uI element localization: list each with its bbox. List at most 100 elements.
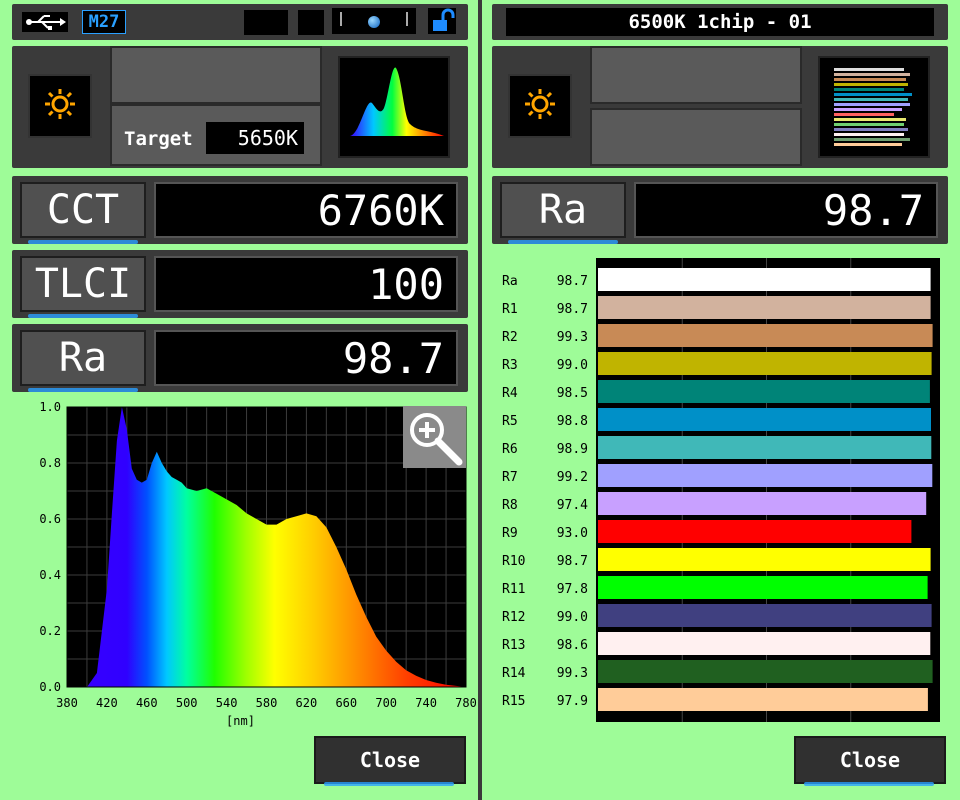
spectrum-x-tick-label: 780: [455, 696, 477, 710]
ra-glow-right: [508, 240, 618, 244]
cri-category-label: R8: [502, 498, 518, 513]
ra-glow: [28, 388, 138, 392]
cri-category-label: R10: [502, 554, 525, 569]
spectrum-x-tick-label: 380: [56, 696, 78, 710]
cri-category-label: R4: [502, 386, 518, 401]
cri-bar-r6: [598, 436, 932, 459]
cct-label: CCT: [20, 182, 146, 238]
spectrum-thumbnail-button[interactable]: [338, 56, 450, 158]
cri-value-label: 98.7: [557, 554, 588, 569]
usb-icon: [22, 12, 68, 32]
ra-label-right: Ra: [500, 182, 626, 238]
memory-label: M27: [82, 10, 126, 34]
target-value: 5650K: [206, 122, 304, 154]
cri-chart: Ra 98.7 R1 98.7 R2 99.3 R3 99.0 R4 98.5 R5 98.8 R6 98…: [502, 258, 940, 722]
cri-value-label: 98.8: [557, 414, 588, 429]
ra-value-right: 98.7: [634, 182, 938, 238]
cct-value: 6760K: [154, 182, 458, 238]
tlci-glow: [28, 314, 138, 318]
cri-bar-r11: [598, 576, 928, 599]
zoom-button[interactable]: [403, 406, 466, 468]
cri-category-label: R2: [502, 330, 518, 345]
cri-value-label: 97.9: [557, 694, 588, 709]
close-button-right[interactable]: Close: [794, 736, 946, 784]
ra-label: Ra: [20, 330, 146, 386]
target-label: Target: [124, 128, 193, 150]
tlci-label: TLCI: [20, 256, 146, 312]
status-slot-1: [244, 10, 288, 35]
spectrum-y-tick-label: 0.6: [39, 512, 61, 526]
cri-bar-r8: [598, 492, 927, 515]
unlock-icon[interactable]: [428, 8, 456, 34]
tlci-value: 100: [154, 256, 458, 312]
cri-bar-r5: [598, 408, 931, 431]
cri-bar-r2: [598, 324, 933, 347]
cri-bar-r4: [598, 380, 930, 403]
cri-bar-r15: [598, 688, 928, 711]
spectrum-thumbnail-icon: [340, 67, 448, 160]
cri-bar-r9: [598, 520, 912, 543]
cri-value-label: 98.7: [557, 302, 588, 317]
spectrum-y-tick-label: 0.0: [39, 680, 61, 694]
cri-bar-r3: [598, 352, 932, 375]
cri-value-label: 99.3: [557, 666, 588, 681]
spectrum-x-tick-label: 580: [256, 696, 278, 710]
cri-value-label: 99.0: [557, 358, 588, 373]
cri-value-label: 98.6: [557, 638, 588, 653]
cri-category-label: R12: [502, 610, 525, 625]
spectrum-x-tick-label: 620: [296, 696, 318, 710]
cri-category-label: R3: [502, 358, 518, 373]
light-source-button[interactable]: [28, 74, 92, 138]
sun-icon: [43, 87, 77, 125]
spectrum-x-tick-label: 460: [136, 696, 158, 710]
light-source-button-right[interactable]: [508, 74, 572, 138]
spectrum-x-axis-label: [nm]: [226, 714, 255, 728]
cri-category-label: R15: [502, 694, 525, 709]
level-indicator: [332, 8, 416, 34]
cri-bars-icon: [820, 68, 928, 160]
cri-category-label: R14: [502, 666, 526, 681]
cri-category-label: R11: [502, 582, 525, 597]
close-glow-right: [804, 782, 934, 786]
cri-thumbnail-button[interactable]: [818, 56, 930, 158]
cri-value-label: 97.4: [557, 498, 588, 513]
cri-category-label: R5: [502, 414, 518, 429]
close-glow: [324, 782, 454, 786]
cri-value-label: 98.5: [557, 386, 588, 401]
cri-category-label: R6: [502, 442, 518, 457]
info-slot-top-right: [590, 46, 802, 104]
measurement-title: 6500K 1chip - 01: [506, 8, 934, 36]
cri-category-label: R1: [502, 302, 518, 317]
spectrum-x-tick-label: 660: [335, 696, 357, 710]
ra-value: 98.7: [154, 330, 458, 386]
cri-value-label: 93.0: [557, 526, 588, 541]
cri-bar-r7: [598, 464, 933, 487]
cri-bar-r12: [598, 604, 932, 627]
cri-bar-ra: [598, 268, 931, 291]
status-slot-2: [298, 10, 324, 35]
cct-glow: [28, 240, 138, 244]
cri-value-label: 99.0: [557, 610, 588, 625]
spectrum-x-tick-label: 740: [415, 696, 437, 710]
cri-bar-r14: [598, 660, 933, 683]
cri-value-label: 97.8: [557, 582, 588, 597]
spectrum-y-tick-label: 0.8: [39, 456, 61, 470]
info-slot-bottom-right: [590, 108, 802, 166]
sun-icon: [523, 87, 557, 125]
cri-bar-r1: [598, 296, 931, 319]
cri-value-label: 98.7: [557, 274, 588, 289]
cri-category-label: R7: [502, 470, 518, 485]
cri-value-label: 99.2: [557, 470, 588, 485]
cri-bar-r13: [598, 632, 931, 655]
spectrum-y-tick-label: 0.4: [39, 568, 61, 582]
spectrum-x-tick-label: 540: [216, 696, 238, 710]
spectrum-x-tick-label: 500: [176, 696, 198, 710]
spectrum-y-tick-label: 0.2: [39, 624, 61, 638]
right-panel: 6500K 1chip - 01 Ra 98.7 Ra 98.7 R1 98.7…: [482, 0, 960, 800]
spectrum-y-tick-label: 1.0: [39, 400, 61, 414]
cri-category-label: R9: [502, 526, 518, 541]
zoom-in-icon: [403, 413, 466, 472]
cri-value-label: 98.9: [557, 442, 588, 457]
spectrum-x-tick-label: 700: [375, 696, 397, 710]
close-button[interactable]: Close: [314, 736, 466, 784]
